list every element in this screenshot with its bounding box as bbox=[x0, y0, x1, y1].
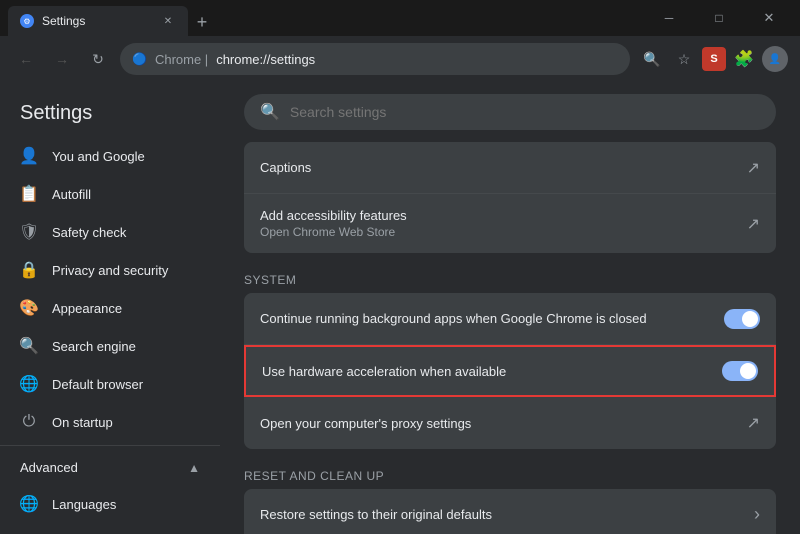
restore-defaults-row[interactable]: Restore settings to their original defau… bbox=[244, 489, 776, 534]
new-tab-button[interactable]: + bbox=[188, 8, 216, 36]
background-apps-title: Continue running background apps when Go… bbox=[260, 311, 724, 326]
shield-icon: 🛡 bbox=[20, 223, 38, 241]
sidebar-item-appearance[interactable]: 🎨 Appearance bbox=[0, 289, 212, 327]
background-apps-row[interactable]: Continue running background apps when Go… bbox=[244, 293, 776, 345]
hardware-acceleration-text: Use hardware acceleration when available bbox=[262, 364, 722, 379]
accessibility-features-row[interactable]: Add accessibility features Open Chrome W… bbox=[244, 194, 776, 253]
captions-external-icon: ↗ bbox=[747, 158, 760, 178]
restore-arrow-icon: › bbox=[754, 504, 760, 525]
settings-content: 🔍 Captions ↗ Add accessibility features … bbox=[220, 82, 800, 534]
tab-close-btn[interactable]: ✕ bbox=[160, 13, 176, 29]
toggle-knob-2 bbox=[740, 363, 756, 379]
proxy-settings-title: Open your computer's proxy settings bbox=[260, 416, 735, 431]
settings-search-bar[interactable]: 🔍 bbox=[244, 94, 776, 130]
sidebar-advanced-label: Advanced bbox=[20, 460, 78, 475]
hardware-acceleration-title: Use hardware acceleration when available bbox=[262, 364, 722, 379]
sidebar-item-downloads[interactable]: ⬇ Downloads bbox=[0, 523, 212, 534]
proxy-settings-text: Open your computer's proxy settings bbox=[260, 416, 735, 431]
title-bar: ⚙ Settings ✕ + ─ □ ✕ bbox=[0, 0, 800, 36]
reset-section-label: Reset and clean up bbox=[244, 457, 776, 489]
sidebar-item-languages[interactable]: 🌐 Languages bbox=[0, 485, 212, 523]
sidebar-item-you-and-google[interactable]: 👤 You and Google bbox=[0, 137, 212, 175]
captions-row[interactable]: Captions ↗ bbox=[244, 142, 776, 194]
main-content: Settings 👤 You and Google 📋 Autofill 🛡 S… bbox=[0, 82, 800, 534]
sidebar-label-privacy-security: Privacy and security bbox=[52, 263, 168, 278]
proxy-external-icon: ↗ bbox=[747, 413, 760, 433]
background-apps-text: Continue running background apps when Go… bbox=[260, 311, 724, 326]
captions-title: Captions bbox=[260, 160, 735, 175]
sidebar-divider bbox=[0, 445, 220, 446]
sidebar-label-safety-check: Safety check bbox=[52, 225, 126, 240]
appearance-icon: 🎨 bbox=[20, 299, 38, 317]
minimize-button[interactable]: ─ bbox=[646, 0, 692, 36]
sidebar-label-autofill: Autofill bbox=[52, 187, 91, 202]
toolbar-icons: 🔍 ☆ S 🧩 👤 bbox=[638, 45, 788, 73]
accessibility-external-icon: ↗ bbox=[747, 214, 760, 234]
accessibility-group: Captions ↗ Add accessibility features Op… bbox=[244, 142, 776, 253]
restore-defaults-title: Restore settings to their original defau… bbox=[260, 507, 742, 522]
sidebar-label-default-browser: Default browser bbox=[52, 377, 143, 392]
sidebar-item-search-engine[interactable]: 🔍 Search engine bbox=[0, 327, 212, 365]
restore-defaults-text: Restore settings to their original defau… bbox=[260, 507, 742, 522]
close-window-button[interactable]: ✕ bbox=[746, 0, 792, 36]
tab-area: ⚙ Settings ✕ + bbox=[8, 0, 638, 36]
sidebar-item-default-browser[interactable]: 🌐 Default browser bbox=[0, 365, 212, 403]
proxy-settings-row[interactable]: Open your computer's proxy settings ↗ bbox=[244, 397, 776, 449]
languages-icon: 🌐 bbox=[20, 495, 38, 513]
toggle-knob bbox=[742, 311, 758, 327]
back-button[interactable]: ← bbox=[12, 45, 40, 73]
person-icon: 👤 bbox=[20, 147, 38, 165]
profile-avatar[interactable]: 👤 bbox=[762, 46, 788, 72]
security-icon: 🔵 bbox=[132, 52, 147, 66]
extension-icon[interactable]: S bbox=[702, 47, 726, 71]
address-bar: ← → ↻ 🔵 Chrome | chrome://settings 🔍 ☆ S… bbox=[0, 36, 800, 82]
autofill-icon: 📋 bbox=[20, 185, 38, 203]
sidebar-label-languages: Languages bbox=[52, 497, 116, 512]
sidebar-item-safety-check[interactable]: 🛡 Safety check bbox=[0, 213, 212, 251]
sidebar-label-on-startup: On startup bbox=[52, 415, 113, 430]
sidebar: Settings 👤 You and Google 📋 Autofill 🛡 S… bbox=[0, 82, 220, 534]
refresh-button[interactable]: ↻ bbox=[84, 45, 112, 73]
chevron-up-icon: ▲ bbox=[188, 461, 200, 475]
maximize-button[interactable]: □ bbox=[696, 0, 742, 36]
url-bar[interactable]: 🔵 Chrome | chrome://settings bbox=[120, 43, 630, 75]
sidebar-title: Settings bbox=[0, 90, 220, 137]
captions-text: Captions bbox=[260, 160, 735, 175]
background-apps-toggle[interactable] bbox=[724, 309, 760, 329]
bookmark-icon[interactable]: ☆ bbox=[670, 45, 698, 73]
url-display: chrome://settings bbox=[216, 52, 315, 67]
search-engine-icon: 🔍 bbox=[20, 337, 38, 355]
sidebar-label-appearance: Appearance bbox=[52, 301, 122, 316]
settings-search-icon: 🔍 bbox=[260, 102, 280, 122]
system-group: System Continue running background apps … bbox=[244, 261, 776, 449]
accessibility-features-text: Add accessibility features Open Chrome W… bbox=[260, 208, 735, 239]
sidebar-item-privacy-security[interactable]: 🔒 Privacy and security bbox=[0, 251, 212, 289]
active-tab[interactable]: ⚙ Settings ✕ bbox=[8, 6, 188, 36]
system-section-label: System bbox=[244, 261, 776, 293]
browser-icon: 🌐 bbox=[20, 375, 38, 393]
accessibility-features-subtitle: Open Chrome Web Store bbox=[260, 225, 735, 239]
hardware-acceleration-row[interactable]: Use hardware acceleration when available bbox=[244, 345, 776, 397]
accessibility-features-title: Add accessibility features bbox=[260, 208, 735, 223]
tab-favicon: ⚙ bbox=[20, 14, 34, 28]
settings-search-input[interactable] bbox=[290, 104, 760, 120]
extensions-button[interactable]: 🧩 bbox=[730, 45, 758, 73]
sidebar-label-you-and-google: You and Google bbox=[52, 149, 145, 164]
sidebar-advanced-section[interactable]: Advanced ▲ bbox=[0, 450, 220, 485]
sidebar-item-autofill[interactable]: 📋 Autofill bbox=[0, 175, 212, 213]
reset-group: Reset and clean up Restore settings to t… bbox=[244, 457, 776, 534]
search-toolbar-icon[interactable]: 🔍 bbox=[638, 45, 666, 73]
hardware-acceleration-toggle[interactable] bbox=[722, 361, 758, 381]
tab-label: Settings bbox=[42, 14, 85, 28]
url-prefix: Chrome | bbox=[155, 52, 208, 67]
forward-button[interactable]: → bbox=[48, 45, 76, 73]
window-controls: ─ □ ✕ bbox=[646, 0, 792, 36]
lock-icon: 🔒 bbox=[20, 261, 38, 279]
sidebar-label-search-engine: Search engine bbox=[52, 339, 136, 354]
startup-icon: ⏻ bbox=[20, 413, 38, 431]
sidebar-item-on-startup[interactable]: ⏻ On startup bbox=[0, 403, 212, 441]
